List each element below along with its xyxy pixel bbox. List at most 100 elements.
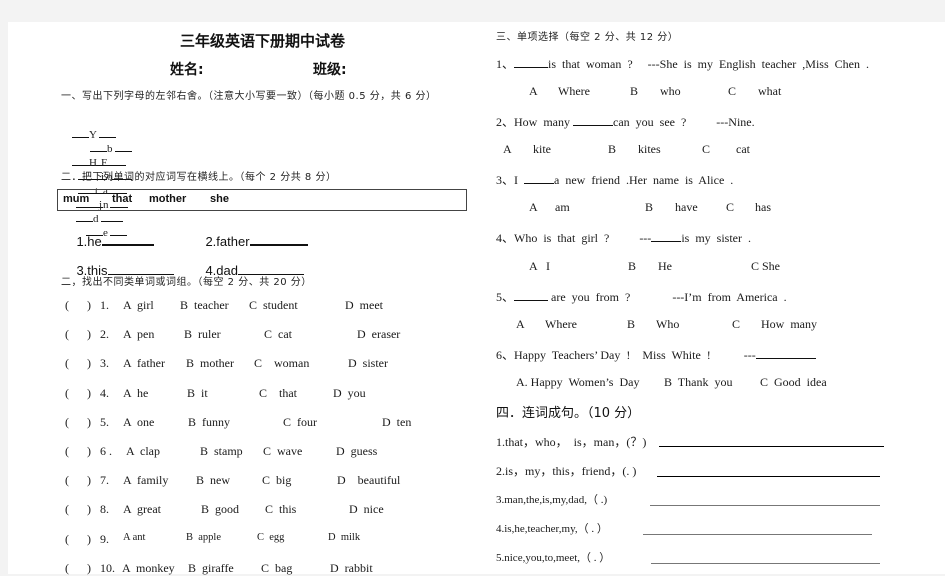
- mc-option: Who: [656, 317, 680, 331]
- mc-option: B: [627, 317, 636, 331]
- mc-option: How many: [761, 317, 817, 331]
- mc-option: C: [732, 317, 741, 331]
- answer-bracket[interactable]: ( ): [65, 327, 91, 342]
- class-label: 班级:: [313, 62, 347, 78]
- mc-option: cat: [736, 142, 750, 156]
- mc-option: C: [726, 200, 735, 214]
- mc-question-stem: 4、Who is that girl ? --- is my sister .: [496, 229, 751, 246]
- sentence-answer-line[interactable]: [650, 505, 880, 506]
- question-number: 4.: [100, 385, 109, 400]
- option-c: C this: [265, 502, 297, 517]
- blank[interactable]: [72, 127, 89, 138]
- option-c: C four: [283, 414, 317, 429]
- sentence-answer-line[interactable]: [657, 476, 880, 477]
- answer-blank[interactable]: [514, 66, 549, 68]
- option-b: B mother: [186, 356, 234, 371]
- option-d: D nice: [349, 502, 384, 517]
- mc-option: A. Happy Women’s Day: [516, 375, 640, 389]
- blank[interactable]: [98, 155, 116, 166]
- stem-text: 3、I: [496, 173, 524, 187]
- mc-option: A: [516, 317, 525, 331]
- option-c: C wave: [263, 444, 303, 458]
- sentence-answer-line[interactable]: [643, 534, 872, 535]
- stem-text: is my sister .: [681, 231, 751, 245]
- mc-option: has: [755, 200, 771, 214]
- option-d: D ten: [382, 414, 412, 429]
- answer-bracket[interactable]: ( ): [65, 356, 91, 371]
- mc-option: B: [645, 200, 654, 214]
- option-a: A he: [123, 385, 149, 400]
- word-box-item: that: [112, 193, 133, 205]
- option-a: A clap: [126, 444, 160, 458]
- option-a: A pen: [123, 327, 155, 342]
- blank[interactable]: [72, 155, 89, 166]
- mc-option: kites: [638, 142, 661, 156]
- mc-option: B Thank you: [664, 375, 733, 389]
- sentence-item-5: 5.nice,you,to,meet,（ . ）: [496, 552, 611, 564]
- sentence-item-2: 2.is，my，this，friend，(. ): [496, 464, 637, 478]
- stem-text: 6、Happy Teachers’ Day ! Miss White ! ---: [496, 348, 756, 362]
- option-b: B teacher: [180, 298, 229, 312]
- section4-heading: 三、单项选择（每空 2 分、共 12 分）: [496, 32, 679, 43]
- option-b: B new: [196, 473, 230, 488]
- mc-option: He: [658, 259, 672, 273]
- answer-bracket[interactable]: ( ): [65, 473, 91, 488]
- stem-text: 4、Who is that girl ? ---: [496, 231, 652, 245]
- option-c: C big: [262, 473, 292, 488]
- answer-bracket[interactable]: ( ): [65, 386, 91, 401]
- sentence-answer-line[interactable]: [651, 563, 880, 564]
- mc-option: what: [758, 84, 782, 98]
- mc-question-stem: 3、I a new friend .Her name is Alice .: [496, 171, 733, 188]
- mc-option: B: [628, 259, 637, 273]
- mc-option: C Good idea: [760, 375, 827, 389]
- mc-option: A: [529, 84, 538, 98]
- answer-blank[interactable]: [514, 299, 549, 301]
- option-b: B apple: [186, 531, 221, 543]
- stem-text: is that woman ? ---She is my English tea…: [548, 57, 869, 71]
- sentence-answer-line[interactable]: [659, 446, 884, 447]
- stem-text: can you see ? ---Nine.: [613, 115, 755, 129]
- option-d: D eraser: [357, 327, 401, 342]
- answer-bracket[interactable]: ( ): [65, 415, 91, 430]
- answer-line[interactable]: [249, 243, 308, 246]
- blank[interactable]: [98, 127, 116, 138]
- answer-blank[interactable]: [755, 357, 816, 359]
- option-a: A great: [123, 502, 161, 517]
- mc-question-stem: 2、How many can you see ? ---Nine.: [496, 113, 755, 130]
- stem-text: 1、: [496, 57, 515, 71]
- sentence-item-1: 1.that，who， is，man，(？): [496, 435, 647, 449]
- answer-bracket[interactable]: ( ): [65, 444, 91, 459]
- stem-text: 5、: [496, 290, 515, 304]
- section3-heading: 二，找出不同类单词或词组。（每空 2 分、共 20 分）: [61, 277, 312, 288]
- option-d: D meet: [345, 298, 383, 312]
- answer-bracket[interactable]: ( ): [65, 298, 91, 313]
- word-box-item: mum: [63, 193, 90, 205]
- sentence-item-4: 4.is,he,teacher,my,（ . ）: [496, 523, 608, 535]
- option-c: C that: [259, 385, 297, 400]
- answer-line[interactable]: [101, 243, 154, 246]
- mc-question-stem: 6、Happy Teachers’ Day ! Miss White ! ---: [496, 346, 816, 363]
- option-a: A one: [123, 414, 155, 429]
- answer-bracket[interactable]: ( ): [65, 532, 91, 547]
- section5-heading: 四．连词成句。（10 分）: [496, 406, 641, 421]
- pair-word: 2.father: [205, 234, 250, 249]
- option-c: C student: [249, 298, 298, 312]
- mc-option: B: [630, 84, 639, 98]
- answer-blank[interactable]: [573, 124, 613, 126]
- stem-text: 2、How many: [496, 115, 573, 129]
- answer-bracket[interactable]: ( ): [65, 502, 91, 517]
- mc-option: A: [529, 200, 538, 214]
- option-b: B it: [187, 385, 208, 400]
- option-c: C cat: [264, 327, 292, 342]
- section1-heading: 一、写出下列字母的左邻右舍。（注意大小写要一致）（每小题 0.5 分，共 6 分…: [61, 91, 437, 102]
- question-number: 3.: [100, 356, 109, 371]
- answer-blank[interactable]: [651, 240, 682, 242]
- option-d: D sister: [348, 356, 388, 371]
- mc-option: who: [660, 84, 681, 98]
- mc-option: am: [555, 200, 570, 214]
- exam-title: 三年级英语下册期中试卷: [180, 32, 346, 50]
- question-number: 5.: [100, 414, 109, 429]
- mc-option: Where: [545, 317, 577, 331]
- option-b: B ruler: [184, 327, 221, 342]
- answer-blank[interactable]: [524, 182, 554, 184]
